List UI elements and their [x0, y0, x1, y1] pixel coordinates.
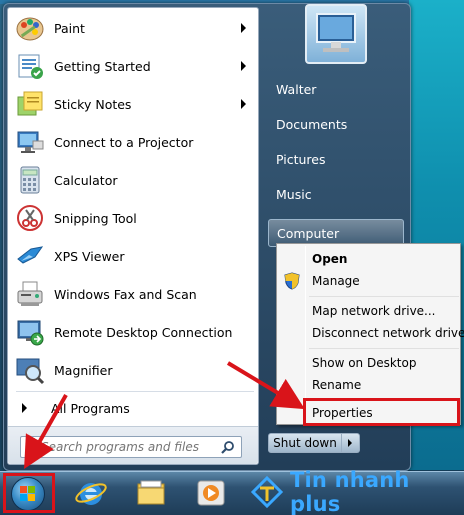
- shutdown-label: Shut down: [273, 436, 337, 450]
- program-label: Magnifier: [54, 362, 113, 378]
- magnifier-icon: [14, 354, 46, 386]
- search-area: [8, 426, 258, 464]
- all-programs-label: All Programs: [51, 400, 130, 416]
- program-getting-started[interactable]: Getting Started: [10, 48, 256, 84]
- context-item-map-drive[interactable]: Map network drive...: [312, 301, 436, 321]
- shutdown-button[interactable]: Shut down: [268, 433, 342, 453]
- right-item-user[interactable]: Walter: [268, 75, 404, 103]
- getting-started-icon: [14, 50, 46, 82]
- right-item-label: Music: [276, 186, 312, 202]
- watermark-logo-icon: [250, 475, 284, 509]
- right-item-documents[interactable]: Documents: [268, 110, 404, 138]
- scissors-icon: [14, 202, 46, 234]
- context-label: Rename: [312, 378, 362, 392]
- program-label: Getting Started: [54, 58, 151, 74]
- media-player-icon[interactable]: [194, 476, 228, 510]
- shutdown-options-button[interactable]: [342, 433, 360, 453]
- internet-explorer-icon[interactable]: [74, 476, 108, 510]
- program-label: XPS Viewer: [54, 248, 125, 264]
- context-item-open[interactable]: Open: [312, 249, 347, 269]
- program-snipping-tool[interactable]: Snipping Tool: [10, 200, 256, 236]
- program-label: Calculator: [54, 172, 118, 188]
- program-label: Remote Desktop Connection: [54, 324, 233, 340]
- search-input[interactable]: [41, 439, 221, 455]
- shield-icon: [284, 272, 300, 290]
- program-label: Paint: [54, 20, 85, 36]
- right-item-music[interactable]: Music: [268, 180, 404, 208]
- right-item-pictures[interactable]: Pictures: [268, 145, 404, 173]
- context-separator: [309, 348, 459, 349]
- context-label: Map network drive...: [312, 304, 436, 318]
- program-label: Connect to a Projector: [54, 134, 194, 150]
- program-label: Snipping Tool: [54, 210, 137, 226]
- paint-icon: [14, 12, 46, 44]
- context-label: Open: [312, 252, 348, 266]
- context-item-show-on-desktop[interactable]: Show on Desktop: [312, 353, 416, 373]
- submenu-arrow-icon: [241, 23, 246, 33]
- program-fax-and-scan[interactable]: Windows Fax and Scan: [10, 276, 256, 312]
- program-label: Sticky Notes: [54, 96, 132, 112]
- context-label: Manage: [312, 274, 360, 288]
- program-paint[interactable]: Paint: [10, 10, 256, 46]
- program-calculator[interactable]: Calculator: [10, 162, 256, 198]
- right-item-label: Walter: [276, 81, 317, 97]
- search-box[interactable]: [20, 436, 242, 458]
- context-item-rename[interactable]: Rename: [312, 375, 361, 395]
- right-item-label: Documents: [276, 116, 348, 132]
- context-item-disconnect-drive[interactable]: Disconnect network drive...: [312, 323, 464, 343]
- sticky-notes-icon: [14, 88, 46, 120]
- watermark: Tin nhanh plus: [250, 468, 460, 515]
- user-picture[interactable]: [305, 4, 367, 64]
- remote-desktop-icon: [14, 316, 46, 348]
- properties-highlight-box: [303, 398, 460, 426]
- right-item-label: Pictures: [276, 151, 326, 167]
- context-label: Disconnect network drive...: [312, 326, 464, 340]
- programs-panel: Paint Getting Started Sticky Notes Conne…: [7, 7, 259, 465]
- file-explorer-icon[interactable]: [134, 476, 168, 510]
- program-remote-desktop[interactable]: Remote Desktop Connection: [10, 314, 256, 350]
- separator: [16, 391, 254, 392]
- submenu-arrow-icon: [241, 99, 246, 109]
- program-magnifier[interactable]: Magnifier: [10, 352, 256, 388]
- submenu-arrow-icon: [241, 61, 246, 71]
- watermark-text: Tin nhanh plus: [290, 468, 410, 515]
- context-item-manage[interactable]: Manage: [312, 271, 360, 291]
- program-sticky-notes[interactable]: Sticky Notes: [10, 86, 256, 122]
- program-projector[interactable]: Connect to a Projector: [10, 124, 256, 160]
- fax-icon: [14, 278, 46, 310]
- start-highlight-box: [3, 473, 55, 513]
- all-programs-button[interactable]: All Programs: [10, 396, 256, 420]
- projector-icon: [14, 126, 46, 158]
- search-icon[interactable]: [221, 440, 235, 454]
- context-gutter: [305, 246, 306, 422]
- right-item-label: Computer: [277, 225, 340, 241]
- xps-viewer-icon: [14, 240, 46, 272]
- program-label: Windows Fax and Scan: [54, 286, 197, 302]
- expand-arrow-icon: [22, 403, 27, 413]
- context-separator: [309, 296, 459, 297]
- calculator-icon: [14, 164, 46, 196]
- context-label: Show on Desktop: [312, 356, 417, 370]
- program-xps-viewer[interactable]: XPS Viewer: [10, 238, 256, 274]
